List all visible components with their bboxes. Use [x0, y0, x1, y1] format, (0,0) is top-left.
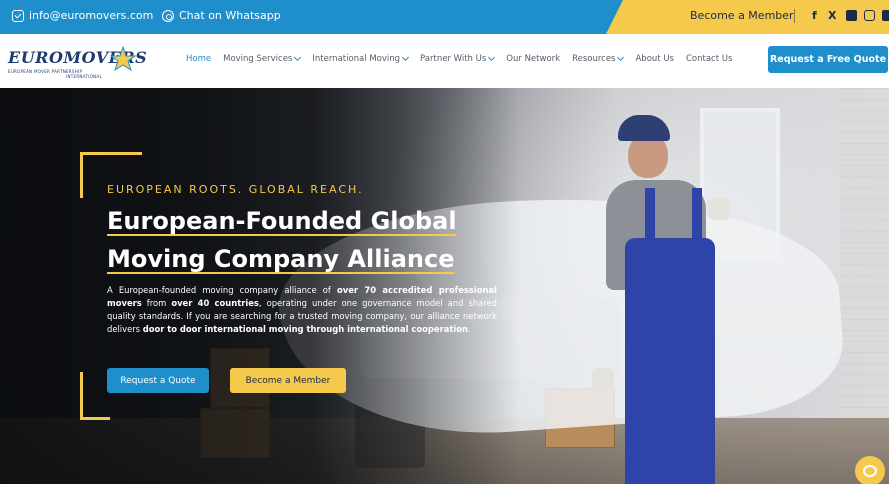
overall-strap [692, 188, 702, 248]
chevron-down-icon [294, 53, 302, 62]
request-quote-button[interactable]: Request a Quote [107, 368, 209, 393]
nav-about-us[interactable]: About Us [635, 54, 673, 64]
site-header: EUROMOVERS EUROPEAN MOVER PARTNERSHIP IN… [0, 34, 889, 88]
nav-international-moving[interactable]: International Moving [312, 53, 410, 64]
accent-frame [80, 152, 83, 198]
accent-frame [80, 372, 83, 420]
social-icon-partial[interactable] [882, 10, 889, 21]
logo-international: INTERNATIONAL [66, 74, 102, 79]
whatsapp-link[interactable]: Chat on Whatsapp [162, 9, 281, 22]
whatsapp-icon [162, 9, 174, 22]
hero-description: A European-founded moving company allian… [107, 284, 497, 336]
hero-eyebrow: EUROPEAN ROOTS. GLOBAL REACH. [107, 183, 364, 196]
chevron-down-icon [488, 53, 496, 62]
become-member-button[interactable]: Become a Member [230, 368, 346, 393]
hero-desc-bold: door to door international moving throug… [142, 324, 468, 334]
hero-headline: European-Founded Global Moving Company A… [107, 202, 487, 278]
nav-home[interactable]: Home [186, 54, 211, 64]
become-member-link[interactable]: Become a Member [690, 9, 794, 22]
hero-desc-bold: over 40 countries [171, 298, 259, 308]
nav-contact-us[interactable]: Contact Us [686, 54, 732, 64]
nav-partner-with-us[interactable]: Partner With Us [420, 53, 496, 64]
accent-frame [80, 152, 142, 155]
euromovers-logo[interactable]: EUROMOVERS EUROPEAN MOVER PARTNERSHIP IN… [8, 46, 147, 82]
request-free-quote-button[interactable]: Request a Free Quote [768, 46, 888, 73]
facebook-icon[interactable]: f [812, 9, 817, 22]
hero-desc-text: from [141, 298, 172, 308]
hero-headline-line-1: European-Founded Global [107, 207, 457, 235]
mover-overalls [625, 238, 715, 484]
youtube-icon[interactable] [846, 10, 857, 21]
accent-frame [80, 417, 110, 420]
nav-moving-services[interactable]: Moving Services [223, 53, 302, 64]
nav-resources[interactable]: Resources [572, 53, 625, 64]
chevron-down-icon [617, 53, 625, 62]
overall-strap [645, 188, 655, 248]
email-link[interactable]: info@euromovers.com [12, 9, 153, 22]
instagram-icon[interactable] [864, 10, 875, 21]
x-twitter-icon[interactable]: X [828, 9, 836, 22]
whatsapp-text: Chat on Whatsapp [179, 9, 281, 22]
chevron-down-icon [402, 53, 410, 62]
mover-glove [592, 368, 614, 390]
mover-glove [708, 198, 730, 220]
nav-our-network[interactable]: Our Network [506, 54, 560, 64]
hero-desc-text: A European-founded moving company allian… [107, 285, 337, 295]
chat-widget-icon[interactable] [855, 456, 885, 484]
main-nav: Home Moving Services International Movin… [186, 53, 744, 64]
hero-headline-line-2: Moving Company Alliance [107, 245, 455, 273]
hero-section: EUROPEAN ROOTS. GLOBAL REACH. European-F… [0, 88, 889, 484]
topbar-divider [794, 9, 795, 23]
top-bar: info@euromovers.com Chat on Whatsapp Bec… [0, 0, 889, 34]
mail-icon [12, 9, 24, 22]
logo-star-icon [110, 46, 136, 72]
email-text: info@euromovers.com [29, 9, 154, 22]
hero-desc-text: . [467, 324, 471, 334]
